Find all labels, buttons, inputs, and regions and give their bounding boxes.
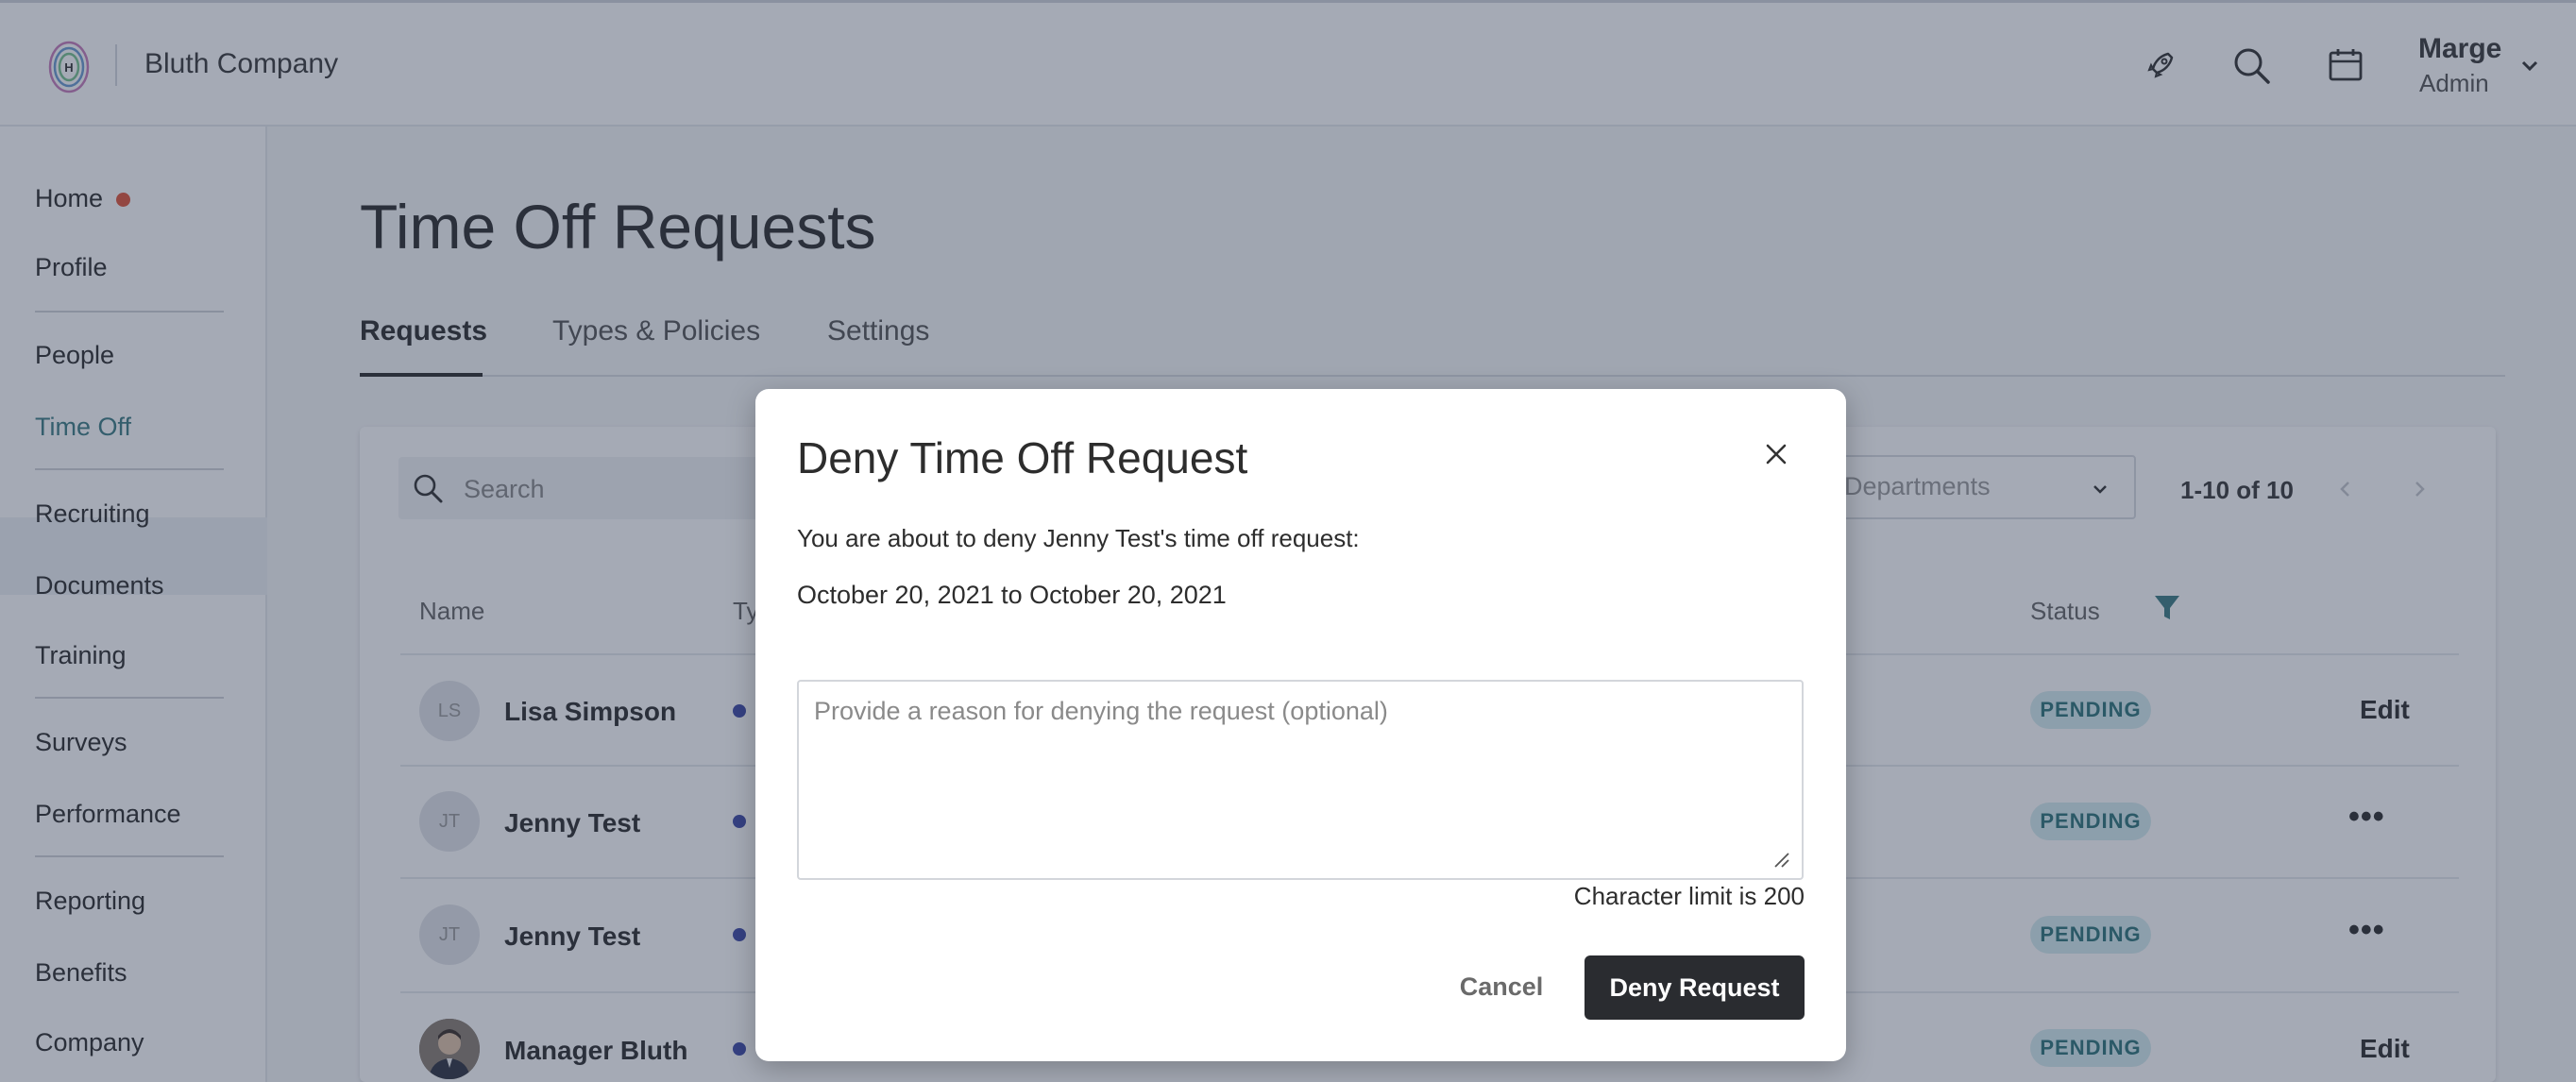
denial-reason-field[interactable] bbox=[797, 680, 1804, 880]
close-icon[interactable] bbox=[1762, 440, 1790, 468]
resize-handle-icon[interactable] bbox=[1771, 850, 1790, 869]
modal-message: You are about to deny Jenny Test's time … bbox=[797, 524, 1360, 552]
modal-title: Deny Time Off Request bbox=[797, 433, 1248, 482]
deny-request-button[interactable]: Deny Request bbox=[1585, 955, 1805, 1020]
deny-request-modal: Deny Time Off Request You are about to d… bbox=[755, 389, 1846, 1061]
request-dates: October 20, 2021 to October 20, 2021 bbox=[797, 581, 1227, 609]
cancel-button[interactable]: Cancel bbox=[1443, 955, 1560, 1018]
character-limit-note: Character limit is 200 bbox=[1573, 882, 1805, 910]
